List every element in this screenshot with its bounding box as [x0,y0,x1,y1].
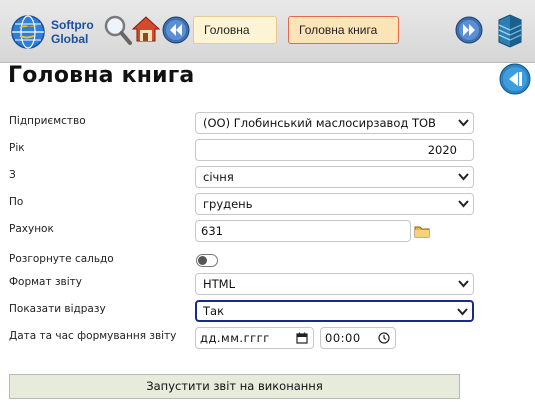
calendar-icon[interactable] [296,332,308,344]
run-report-button[interactable]: Запустити звіт на виконання [9,374,460,399]
show-now-select[interactable]: Так [195,300,474,322]
back-nav-icon[interactable] [162,16,190,44]
enterprise-value: (ОО) Глобинський маслосирзавод ТОВ [203,116,436,130]
enterprise-select[interactable]: (ОО) Глобинський маслосирзавод ТОВ [195,112,474,134]
tab-general-ledger[interactable]: Головна книга [288,16,399,44]
toggle-knob [198,256,207,265]
folder-icon[interactable] [414,224,430,238]
from-month-value: січня [203,170,234,184]
year-label: Рік [9,142,25,154]
from-label: З [9,169,16,181]
to-label: По [9,196,24,208]
expand-balance-label: Розгорнуте сальдо [9,253,114,265]
search-icon[interactable] [103,14,133,46]
year-input[interactable]: 2020 [195,139,474,161]
report-format-value: HTML [203,277,236,291]
report-format-select[interactable]: HTML [195,273,474,295]
report-form-panel: Головна книга Підприємство (ОО) Глобинсь… [0,63,535,420]
year-value: 2020 [427,143,457,157]
report-date-placeholder: дд.мм.гггг [200,331,270,345]
to-month-value: грудень [203,197,253,211]
datetime-label: Дата та час формування звіту [9,330,177,342]
chevron-down-icon [458,280,469,288]
to-month-select[interactable]: грудень [195,193,474,215]
report-date-input[interactable]: дд.мм.гггг [195,327,314,349]
forward-nav-icon[interactable] [455,16,483,44]
account-value: 631 [201,224,223,238]
brand-line1: Softpro [51,18,94,32]
back-icon[interactable] [499,63,531,95]
top-toolbar: Softpro Global Головна Головна книга [0,0,535,63]
account-label: Рахунок [9,223,54,235]
chevron-down-icon [458,200,469,208]
chevron-down-icon [458,119,469,127]
from-month-select[interactable]: січня [195,166,474,188]
tab-home-label: Головна [204,23,250,37]
softpro-logo [11,15,45,49]
show-now-value: Так [203,304,225,318]
report-time-input[interactable]: 00:00 [320,327,396,349]
brand-name: Softpro Global [51,18,94,46]
enterprise-label: Підприємство [9,115,86,127]
home-icon[interactable] [131,14,161,44]
chevron-down-icon [458,173,469,181]
brand-line2: Global [51,32,89,46]
show-now-label: Показати відразу [9,303,106,315]
report-format-label: Формат звіту [9,276,82,288]
report-time-value: 00:00 [325,331,361,345]
tab-general-ledger-label: Головна книга [299,23,378,37]
expand-balance-toggle[interactable] [196,254,218,267]
clock-icon[interactable] [378,332,390,344]
account-input[interactable]: 631 [195,220,411,242]
run-report-label: Запустити звіт на виконання [146,379,323,393]
page-title: Головна книга [8,63,195,88]
database-icon[interactable] [495,12,525,48]
tab-home[interactable]: Головна [193,16,277,44]
chevron-down-icon [457,308,468,316]
